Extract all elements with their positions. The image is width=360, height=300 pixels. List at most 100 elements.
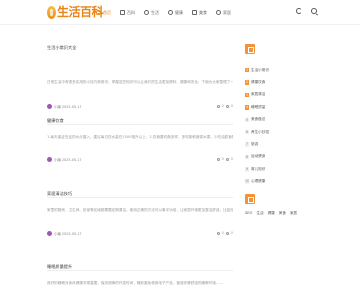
rank-label: 运动健身 — [251, 154, 266, 159]
nav-label: 健康 — [175, 9, 183, 15]
post-comments: 0 — [230, 157, 233, 161]
header-tools — [296, 8, 317, 14]
post-stats: 0 0 — [216, 231, 233, 235]
ranking-item[interactable]: 7 旅游 — [245, 138, 269, 150]
post-views: 0 — [221, 157, 224, 161]
nav-item-home[interactable]: 首页 — [96, 8, 111, 17]
avatar[interactable] — [47, 157, 52, 162]
leaf-icon — [144, 10, 149, 15]
search-icon[interactable] — [311, 8, 317, 14]
ranking-list: 1 生活小常识 2 健康饮食 3 家居清洁 4 睡眠质量 5 美食做法 6 养生小妙招 7旅… — [245, 64, 269, 188]
post-meta: 小编 2025-05-17 — [47, 231, 82, 236]
nav-item-health[interactable]: 健康 — [168, 8, 183, 17]
post-card[interactable]: 家居清洁技巧 家里的厨房、卫生间、卧室等区域都需要定期清洁，使用正确的方法可以事… — [47, 188, 233, 271]
rank-number: 2 — [245, 80, 249, 85]
ranking-header-icon — [245, 44, 255, 54]
ranking-item[interactable]: 4 睡眠质量 — [245, 101, 269, 113]
tag-link[interactable]: 美食 — [279, 211, 286, 216]
heart-icon — [168, 10, 173, 15]
house-icon — [216, 10, 221, 15]
post-comments: 0 — [230, 104, 233, 108]
logo-icon — [47, 5, 56, 19]
avatar[interactable] — [47, 231, 52, 236]
ranking-item[interactable]: 10 心理健康 — [245, 176, 269, 188]
comment-icon — [225, 104, 229, 108]
home-icon — [96, 10, 101, 15]
rank-label: 健康饮食 — [251, 80, 266, 85]
ranking-item[interactable]: 1 生活小常识 — [245, 64, 269, 76]
post-title[interactable]: 睡眠质量提升 — [47, 264, 72, 270]
rank-number: 9 — [245, 167, 249, 172]
rank-number: 7 — [245, 142, 249, 147]
eye-icon — [216, 157, 220, 161]
comment-icon — [225, 231, 229, 235]
post-title[interactable]: 健康饮食 — [47, 118, 64, 124]
post-title[interactable]: 家居清洁技巧 — [47, 191, 72, 197]
post-views: 0 — [221, 104, 224, 108]
food-icon — [192, 10, 197, 15]
post-date: 2025-05-17 — [61, 104, 82, 109]
ranking-item[interactable]: 3 家居清洁 — [245, 89, 269, 101]
nav-item-baike[interactable]: 百科 — [120, 8, 135, 17]
post-card[interactable]: 健康饮食 1.每天保证充足的水分摄入，建议每日饮水量在1500毫升以上，2.饮食… — [47, 115, 233, 198]
moon-icon[interactable] — [296, 8, 302, 14]
rank-number: 1 — [245, 67, 249, 73]
nav-label: 生活 — [151, 9, 159, 15]
nav-label: 首页 — [103, 9, 111, 15]
ranking-item[interactable]: 8 运动健身 — [245, 151, 269, 163]
post-excerpt: 日常生活中有很多实用的小技巧和常识，掌握这些知识可以让我们的生活更加便利、健康和… — [47, 80, 233, 84]
post-meta: 小编 2025-05-17 — [47, 157, 82, 162]
post-excerpt: 良好的睡眠对身体健康非常重要，保持规律的作息时间，睡前避免使用电子产品，营造安静… — [47, 281, 224, 285]
rank-number: 10 — [245, 179, 250, 184]
post-comments: 0 — [230, 231, 233, 235]
post-date: 2025-05-17 — [61, 231, 82, 236]
tag-cloud: SEO 生活 健康 美食 家居 — [245, 211, 297, 216]
rank-label: 生活小常识 — [251, 67, 269, 72]
top-navigation-bar: 生活百科 首页 百科 生活 健康 美食 家居 — [0, 0, 360, 25]
post-title[interactable]: 生活小常识大全 — [47, 45, 76, 51]
rank-label: 睡眠质量 — [251, 104, 266, 109]
post-stats: 0 0 — [216, 104, 233, 108]
tag-link[interactable]: 生活 — [256, 211, 263, 216]
ranking-item[interactable]: 5 美食做法 — [245, 114, 269, 126]
avatar[interactable] — [47, 104, 52, 109]
ranking-item[interactable]: 9 育儿知识 — [245, 163, 269, 175]
post-meta: 小编 2025-05-17 — [47, 104, 82, 109]
tag-link[interactable]: 健康 — [268, 211, 275, 216]
rank-label: 养生小妙招 — [251, 129, 269, 134]
tag-link[interactable]: 家居 — [290, 211, 297, 216]
post-author[interactable]: 小编 — [54, 157, 61, 162]
comment-icon — [225, 157, 229, 161]
tags-header-icon — [245, 194, 255, 204]
tag-link[interactable]: SEO — [245, 211, 252, 216]
main-nav: 首页 百科 生活 健康 美食 家居 — [96, 8, 240, 17]
ranking-item[interactable]: 2 健康饮食 — [245, 76, 269, 88]
nav-label: 家居 — [223, 9, 231, 15]
post-card[interactable]: 睡眠质量提升 良好的睡眠对身体健康非常重要，保持规律的作息时间，睡前避免使用电子… — [47, 261, 233, 300]
rank-number: 5 — [245, 117, 249, 122]
ranking-item[interactable]: 6 养生小妙招 — [245, 126, 269, 138]
rank-label: 心理健康 — [251, 179, 266, 184]
rank-label: 家居清洁 — [251, 92, 266, 97]
post-author[interactable]: 小编 — [54, 231, 61, 236]
eye-icon — [216, 231, 220, 235]
post-card[interactable]: 生活小常识大全 日常生活中有很多实用的小技巧和常识，掌握这些知识可以让我们的生活… — [47, 42, 233, 125]
rank-number: 4 — [245, 105, 249, 110]
nav-item-food[interactable]: 美食 — [192, 8, 207, 17]
post-stats: 0 0 — [216, 157, 233, 161]
post-author[interactable]: 小编 — [54, 104, 61, 109]
nav-label: 百科 — [127, 9, 135, 15]
rank-number: 8 — [245, 154, 249, 160]
book-icon — [120, 10, 125, 15]
eye-icon — [216, 104, 220, 108]
post-views: 0 — [221, 231, 224, 235]
post-excerpt: 1.每天保证充足的水分摄入，建议每日饮水量在1500毫升以上，2.饮食要均衡多样… — [47, 135, 233, 139]
sidebar: 1 生活小常识 2 健康饮食 3 家居清洁 4 睡眠质量 5 美食做法 6 养生小妙招 7旅… — [245, 44, 313, 215]
nav-item-home-decor[interactable]: 家居 — [216, 8, 231, 17]
nav-item-life[interactable]: 生活 — [144, 8, 159, 17]
site-logo[interactable]: 生活百科 — [47, 4, 104, 20]
rank-label: 旅游 — [251, 142, 259, 147]
nav-label: 美食 — [199, 9, 207, 15]
rank-number: 3 — [245, 92, 249, 98]
post-date: 2025-05-17 — [61, 157, 82, 162]
